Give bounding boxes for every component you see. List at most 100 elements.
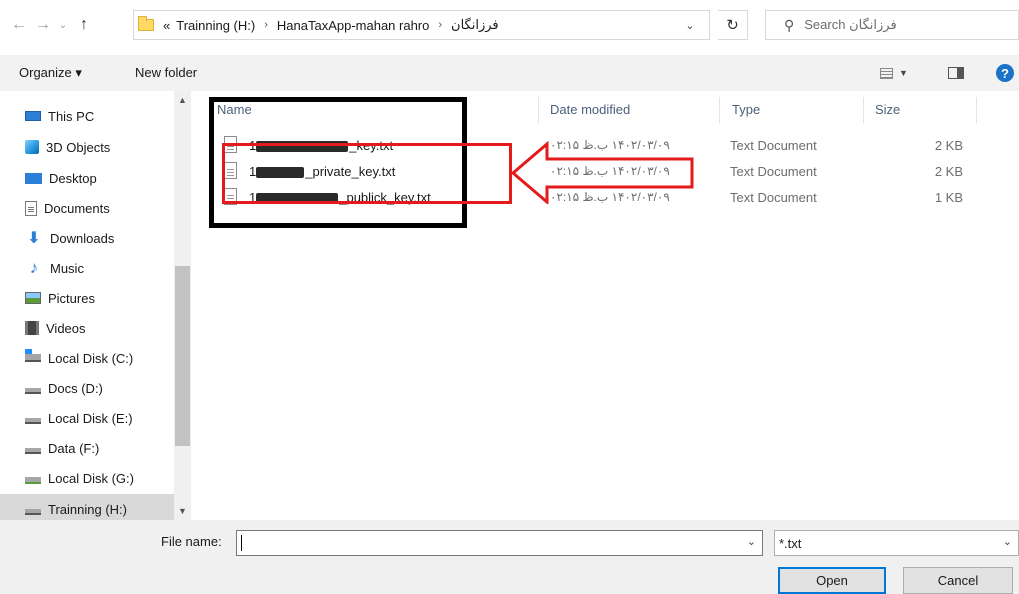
help-icon[interactable]: ? [996,64,1014,82]
folder-icon [138,16,154,31]
file-list: ︿ Name Date modified Type Size 1 _key.txt… [191,91,1019,520]
nav-item-label: Docs (D:) [48,380,103,396]
file-name: 1 _key.txt [249,138,393,153]
desktop-icon [25,172,42,184]
breadcrumb-overflow[interactable]: « [160,18,173,33]
column-header-size[interactable]: Size [875,91,900,127]
music-icon: ♪ [29,258,39,277]
file-name-suffix: _private_key.txt [305,164,396,179]
column-divider[interactable] [863,97,864,123]
file-name-input[interactable]: ⌄ [236,530,763,556]
nav-item-label: Videos [46,320,86,336]
search-placeholder: Search فرزانگان [804,17,897,32]
text-file-icon [224,136,237,153]
breadcrumb-current[interactable]: فرزانگان [448,17,502,33]
new-folder-button[interactable]: New folder [135,65,197,80]
file-size: 1 KB [934,190,963,205]
nav-item-videos[interactable]: Videos [0,313,174,343]
pictures-icon [25,292,41,304]
file-date: ۱۴۰۲/۰۳/۰۹ ب.ظ ۰۲:۱۵ [550,190,670,204]
nav-item-data-f[interactable]: Data (F:) [0,433,174,463]
file-name-suffix: _key.txt [349,138,394,153]
column-divider[interactable] [538,97,539,123]
nav-item-label: Local Disk (C:) [48,350,134,366]
search-icon: ⚲ [784,16,795,33]
table-row[interactable]: 1 _private_key.txt ۱۴۰۲/۰۳/۰۹ ب.ظ ۰۲:۱۵ T… [191,159,1019,185]
text-caret [241,535,242,551]
scroll-down-icon[interactable]: ▼ [174,506,191,516]
open-button[interactable]: Open [778,567,886,594]
column-header-name[interactable]: Name [217,91,252,127]
text-file-icon [224,188,237,205]
file-date: ۱۴۰۲/۰۳/۰۹ ب.ظ ۰۲:۱۵ [550,138,670,152]
file-name-prefix: 1 [249,138,257,153]
nav-item-label: Downloads [50,230,115,246]
documents-icon [25,200,37,216]
nav-item-label: Trainning (H:) [48,501,127,517]
file-name: 1 _private_key.txt [249,164,395,179]
3d-objects-icon [25,140,39,154]
table-row[interactable]: 1 _publick_key.txt ۱۴۰۲/۰۳/۰۹ ب.ظ ۰۲:۱۵ T… [191,185,1019,211]
breadcrumb-separator-icon[interactable]: › [432,19,448,31]
scroll-up-icon[interactable]: ▲ [174,95,191,105]
nav-item-music[interactable]: ♪ Music [0,253,174,283]
file-size: 2 KB [934,164,963,179]
forward-arrow-icon[interactable]: → [32,13,54,37]
address-bar[interactable]: « Trainning (H:) › HanaTaxApp-mahan rahr… [133,10,710,40]
breadcrumb-drive[interactable]: Trainning (H:) [173,18,258,33]
back-arrow-icon[interactable]: ← [8,13,30,37]
nav-item-3d-objects[interactable]: 3D Objects [0,132,174,162]
nav-item-downloads[interactable]: ⬇ Downloads [0,223,174,253]
nav-item-local-disk-g[interactable]: Local Disk (G:) [0,463,174,493]
recent-locations-chevron-icon[interactable]: ⌄ [56,13,70,37]
column-header-date[interactable]: Date modified [550,91,630,127]
search-box[interactable]: ⚲ Search فرزانگان [765,10,1019,40]
breadcrumb-project[interactable]: HanaTaxApp-mahan rahro [274,18,432,33]
file-name: 1 _publick_key.txt [249,190,431,205]
drive-icon [25,509,41,515]
network-drive-icon [25,477,41,484]
nav-item-label: Desktop [49,170,97,186]
nav-item-this-pc[interactable]: This PC [0,101,174,131]
chevron-down-icon: ▼ [899,68,908,78]
nav-item-local-disk-e[interactable]: Local Disk (E:) [0,403,174,433]
nav-item-documents[interactable]: Documents [0,193,174,223]
address-dropdown-icon[interactable]: ⌄ [680,13,700,37]
nav-item-docs-d[interactable]: Docs (D:) [0,373,174,403]
preview-pane-icon[interactable] [948,67,964,79]
chevron-down-icon[interactable]: ⌄ [747,535,756,548]
redaction-mark [256,167,305,179]
nav-scrollbar[interactable]: ▲ ▼ [174,91,191,520]
nav-item-label: Pictures [48,290,95,306]
scrollbar-thumb[interactable] [175,266,190,446]
drive-icon [25,448,41,454]
column-header-type[interactable]: Type [732,91,760,127]
toolbar: Organize ▾ New folder ▼ ? [0,55,1019,91]
cancel-button[interactable]: Cancel [903,567,1013,594]
nav-item-label: Local Disk (G:) [48,470,134,486]
file-type: Text Document [730,138,817,153]
drive-icon [25,418,41,424]
nav-item-pictures[interactable]: Pictures [0,283,174,313]
file-size: 2 KB [934,138,963,153]
sort-ascending-icon: ︿ [369,93,379,103]
up-arrow-icon[interactable]: ↑ [73,13,95,37]
file-type-filter[interactable]: *.txt ⌄ [774,530,1019,556]
change-view-button[interactable]: ▼ [880,64,926,82]
view-details-icon [880,67,893,79]
file-date: ۱۴۰۲/۰۳/۰۹ ب.ظ ۰۲:۱۵ [550,164,670,178]
computer-icon [25,111,41,121]
column-divider[interactable] [976,97,977,123]
nav-item-trainning-h[interactable]: Trainning (H:) [0,494,174,520]
column-divider[interactable] [719,97,720,123]
nav-item-local-disk-c[interactable]: Local Disk (C:) [0,343,174,373]
nav-item-label: This PC [48,108,95,124]
nav-item-label: Data (F:) [48,440,100,456]
file-name-suffix: _publick_key.txt [339,190,431,205]
table-row[interactable]: 1 _key.txt ۱۴۰۲/۰۳/۰۹ ب.ظ ۰۲:۱۵ Text Docu… [191,133,1019,159]
organize-button[interactable]: Organize ▾ [19,65,82,81]
refresh-icon[interactable]: ↻ [718,10,748,40]
nav-item-desktop[interactable]: Desktop [0,163,174,193]
nav-item-label: Music [50,260,84,276]
breadcrumb-separator-icon[interactable]: › [258,19,274,31]
